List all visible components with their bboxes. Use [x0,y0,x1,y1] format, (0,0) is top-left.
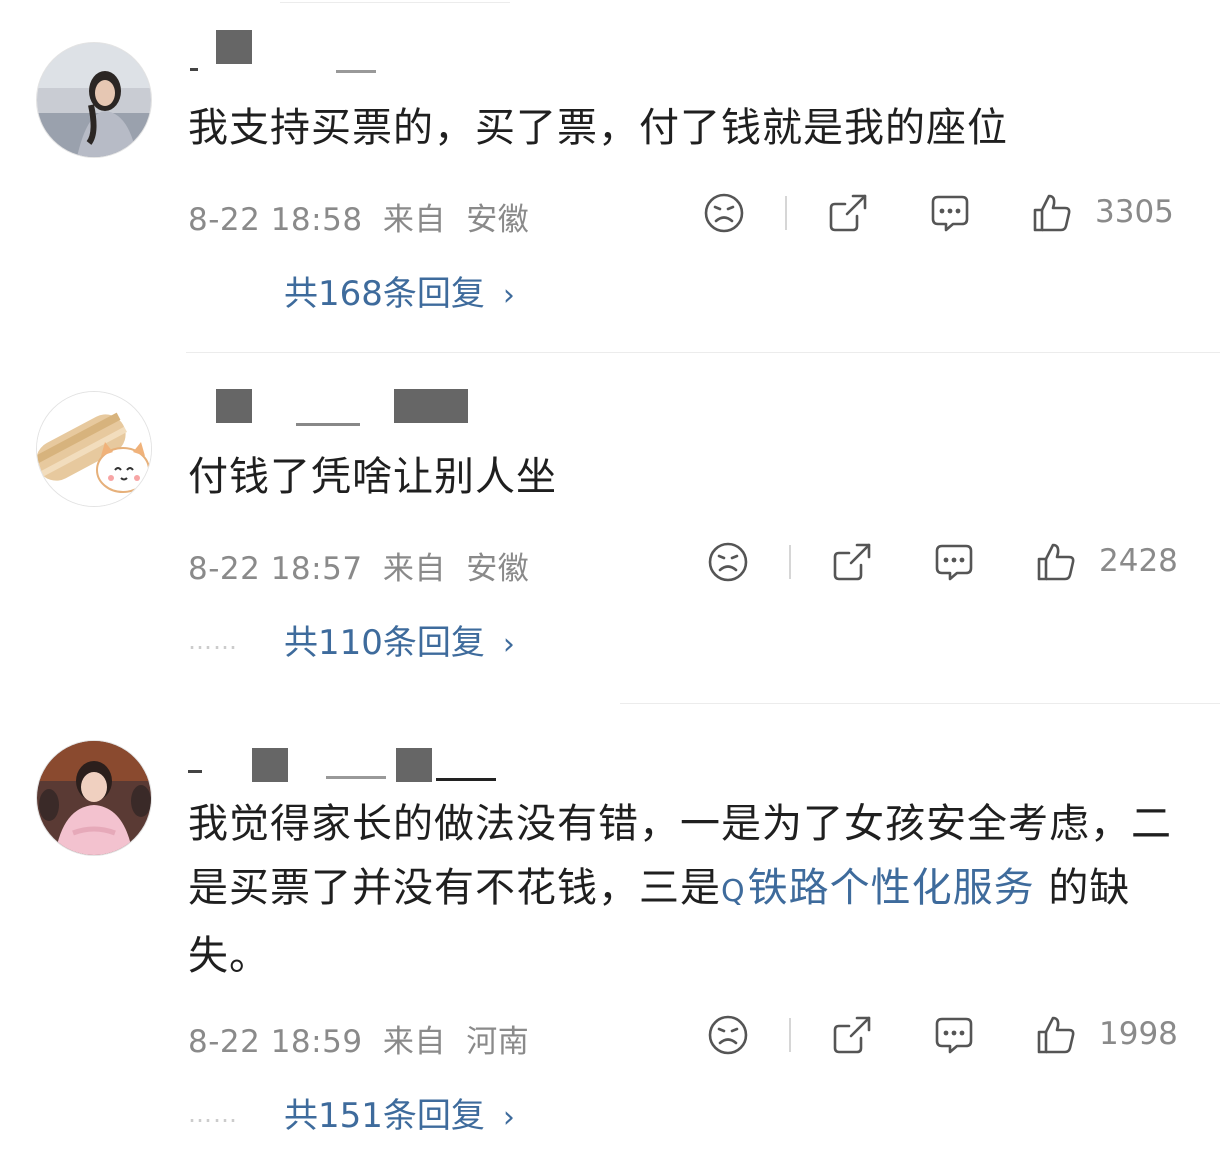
action-separator [789,1018,791,1052]
sad-face-icon [708,1015,748,1055]
comment-location: 安徽 [466,551,530,587]
view-replies-link[interactable]: 共168条回复 › [284,266,515,315]
comment-actions: 1998 [707,1010,1183,1060]
comment-location: 河南 [466,1024,530,1060]
avatar[interactable] [36,740,152,856]
comment-item: 我支持买票的，买了票，付了钱就是我的座位 8-22 18:58 来自 安徽 33… [0,0,1220,350]
comment-text: 付钱了凭啥让别人坐 [188,454,557,500]
dislike-button[interactable] [707,1014,749,1056]
reply-count: 共168条回复 [284,274,485,314]
reply-row: …… 共151条回复 › [188,1088,688,1138]
comment-text: 我支持买票的，买了票，付了钱就是我的座位 [188,105,1008,151]
comment-date: 8-22 18:57 [188,551,363,587]
avatar[interactable] [36,42,152,158]
reply-dots: …… [188,627,238,655]
like-button[interactable] [1035,1014,1077,1056]
reply-dots: …… [188,1100,238,1128]
reply-count: 共151条回复 [284,1096,485,1136]
from-label: 来自 [382,202,446,238]
action-separator [785,196,787,230]
comment-button[interactable] [933,1014,975,1056]
comment-meta: 8-22 18:58 来自 安徽 3305 [188,188,1183,238]
chevron-right-icon: › [502,627,515,662]
like-button[interactable] [1035,541,1077,583]
comment-location: 安徽 [466,202,530,238]
share-icon [829,194,867,232]
comment-icon [935,544,973,581]
view-replies-link[interactable]: 共151条回复 › [284,1088,515,1137]
comment-item: 付钱了凭啥让别人坐 8-22 18:57 来自 安徽 2428 …… 共110条… [0,353,1220,703]
like-count: 3305 [1095,194,1174,230]
topic-link[interactable]: Q铁路个性化服务 [721,865,1035,911]
comment-actions: 2428 [707,537,1183,587]
sad-face-icon [704,193,744,233]
comment-icon [931,195,969,232]
comment-icon [935,1017,973,1054]
share-button[interactable] [831,1014,873,1056]
dislike-button[interactable] [707,541,749,583]
comment-button[interactable] [929,192,971,234]
comment-info: 8-22 18:58 来自 安徽 [188,194,539,239]
chevron-right-icon: › [502,278,515,313]
search-icon: Q [721,874,746,909]
username[interactable] [186,748,526,788]
from-label: 来自 [382,551,446,587]
share-icon [833,1016,871,1054]
avatar[interactable] [36,391,152,507]
reply-row: …… 共110条回复 › [188,615,688,665]
share-button[interactable] [827,192,869,234]
thumbs-up-icon [1033,194,1071,232]
like-button[interactable] [1031,192,1073,234]
thumbs-up-icon [1037,543,1075,581]
like-count: 2428 [1099,543,1178,579]
username[interactable] [186,30,406,73]
reply-count: 共110条回复 [284,623,485,663]
username[interactable] [186,389,486,429]
dislike-button[interactable] [703,192,745,234]
comment-meta: 8-22 18:57 来自 安徽 2428 [188,537,1183,587]
thumbs-up-icon [1037,1016,1075,1054]
sad-face-icon [708,542,748,582]
comment-info: 8-22 18:57 来自 安徽 [188,543,539,588]
share-button[interactable] [831,541,873,583]
share-icon [833,543,871,581]
comment-item: 我觉得家长的做法没有错，一是为了女孩安全考虑，二是买票了并没有不花钱，三是Q铁路… [0,704,1220,1154]
like-count: 1998 [1099,1016,1178,1052]
reply-row: 共168条回复 › [188,266,688,316]
chevron-right-icon: › [502,1100,515,1135]
comment-meta: 8-22 18:59 来自 河南 1998 [188,1010,1183,1060]
comment-actions: 3305 [703,188,1183,238]
comment-date: 8-22 18:58 [188,202,363,238]
comment-date: 8-22 18:59 [188,1024,363,1060]
topic-label: 铁路个性化服务 [747,865,1035,911]
comment-text: 我觉得家长的做法没有错，一是为了女孩安全考虑，二是买票了并没有不花钱，三是Q铁路… [188,792,1188,988]
action-separator [789,545,791,579]
view-replies-link[interactable]: 共110条回复 › [284,615,515,664]
from-label: 来自 [382,1024,446,1060]
comment-info: 8-22 18:59 来自 河南 [188,1016,539,1061]
comment-button[interactable] [933,541,975,583]
